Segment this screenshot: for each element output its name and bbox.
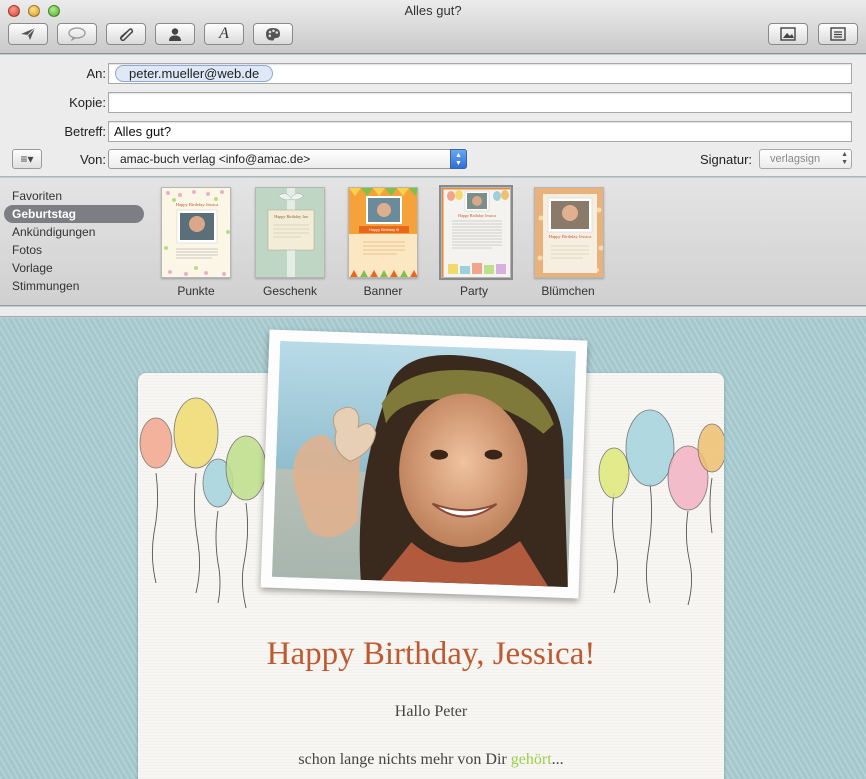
reply-button[interactable] — [57, 23, 97, 45]
balloons-left-illustration — [139, 397, 267, 609]
birthday-photo — [271, 340, 577, 588]
template-bluemchen-title: Happy Birthday Jessica — [549, 234, 592, 239]
template-label-bluemchen: Blümchen — [541, 284, 595, 298]
template-label-punkte: Punkte — [177, 284, 215, 298]
select-arrows-icon: ▲ ▼ — [450, 149, 467, 169]
template-geschenk-title: Happy Birthday Jan — [274, 214, 308, 219]
signature-select[interactable]: verlagsign ▲ ▼ — [759, 149, 852, 169]
balloons-right-illustration — [598, 409, 724, 606]
signature-value: verlagsign — [770, 153, 821, 165]
template-bluemchen[interactable]: Happy Birthday Jessica — [534, 187, 604, 278]
message-greeting: Hallo Peter — [394, 703, 468, 720]
template-punkte-title: Happy Birthday Jessica — [176, 202, 219, 207]
subject-label: Betreff: — [64, 124, 106, 139]
message-header: An: peter.mueller@web.de Kopie: Betreff:… — [0, 55, 866, 177]
template-label-party: Party — [459, 284, 488, 298]
category-stimmungen[interactable]: Stimmungen — [4, 277, 144, 295]
template-party-title: Happy Birthday Jessica — [458, 213, 496, 218]
photo-browser-button[interactable] — [768, 23, 808, 45]
category-vorlage[interactable]: Vorlage — [4, 259, 144, 277]
to-label: An: — [86, 66, 106, 81]
send-button[interactable] — [8, 23, 48, 45]
recipient-token[interactable]: peter.mueller@web.de — [115, 65, 274, 82]
font-a-icon: A — [219, 25, 229, 42]
template-label-geschenk: Geschenk — [262, 284, 318, 298]
paper-plane-icon — [20, 27, 36, 41]
body-text-accent: gehört — [510, 751, 552, 768]
stationery-icon — [830, 27, 846, 41]
template-label-banner: Banner — [363, 284, 403, 298]
template-punkte-preview: Happy Birthday Jessica — [162, 188, 230, 277]
pane-divider[interactable] — [0, 307, 866, 317]
window-title: Alles gut? — [404, 3, 462, 18]
address-button[interactable] — [155, 23, 195, 45]
from-label: Von: — [79, 152, 106, 167]
birthday-photo-frame[interactable] — [260, 329, 588, 599]
paperclip-icon — [118, 27, 134, 41]
select-arrows-icon: ▲ ▼ — [841, 151, 848, 166]
template-geschenk[interactable]: Happy Birthday Jan — [255, 187, 325, 278]
message-body[interactable]: Happy Birthday, Jessica! Hallo Peter sch… — [0, 318, 866, 779]
window-toolbar: Alles gut? A — [0, 0, 866, 54]
category-favoriten[interactable]: Favoriten — [4, 187, 144, 205]
category-fotos[interactable]: Fotos — [4, 241, 144, 259]
body-text-prefix: schon lange nichts mehr von Dir — [298, 751, 511, 768]
photo-icon — [780, 27, 796, 41]
body-text-suffix: ... — [551, 751, 564, 768]
template-banner-title: Happy Birthday Ill — [369, 228, 399, 232]
speech-bubble-icon — [68, 27, 86, 41]
template-geschenk-preview: Happy Birthday Jan — [256, 188, 324, 277]
category-ankuendigungen[interactable]: Ankündigungen — [4, 223, 144, 241]
stationery-categories: Favoriten Geburtstag Ankündigungen Fotos… — [4, 187, 144, 295]
message-body-line: schon lange nichts mehr von Dir gehört..… — [138, 751, 724, 769]
colors-button[interactable] — [253, 23, 293, 45]
signature-label: Signatur: — [700, 152, 753, 167]
category-geburtstag[interactable]: Geburtstag — [4, 205, 144, 223]
template-party-preview: Happy Birthday Jessica — [442, 188, 510, 277]
attach-button[interactable] — [106, 23, 146, 45]
palette-icon — [265, 27, 281, 41]
template-punkte[interactable]: Happy Birthday Jessica — [161, 187, 231, 278]
template-party[interactable]: Happy Birthday Jessica — [439, 185, 513, 280]
from-select[interactable]: amac-buch verlag <info@amac.de> ▲ ▼ — [108, 149, 467, 169]
fonts-button[interactable]: A — [204, 23, 244, 45]
stationery-button[interactable] — [818, 23, 858, 45]
person-icon — [168, 27, 182, 42]
to-field[interactable]: peter.mueller@web.de — [108, 63, 852, 84]
template-banner-preview: Happy Birthday Ill — [349, 188, 417, 277]
from-value: amac-buch verlag <info@amac.de> — [120, 152, 311, 166]
message-headline: Happy Birthday, Jessica! — [266, 636, 596, 672]
template-bluemchen-preview: Happy Birthday Jessica — [535, 188, 603, 277]
stationery-pane: Favoriten Geburtstag Ankündigungen Fotos… — [0, 178, 866, 306]
cc-label: Kopie: — [69, 95, 106, 110]
cc-field[interactable] — [108, 92, 852, 113]
subject-field[interactable]: Alles gut? — [108, 121, 852, 142]
template-banner[interactable]: Happy Birthday Ill — [348, 187, 418, 278]
subject-value: Alles gut? — [114, 124, 172, 139]
